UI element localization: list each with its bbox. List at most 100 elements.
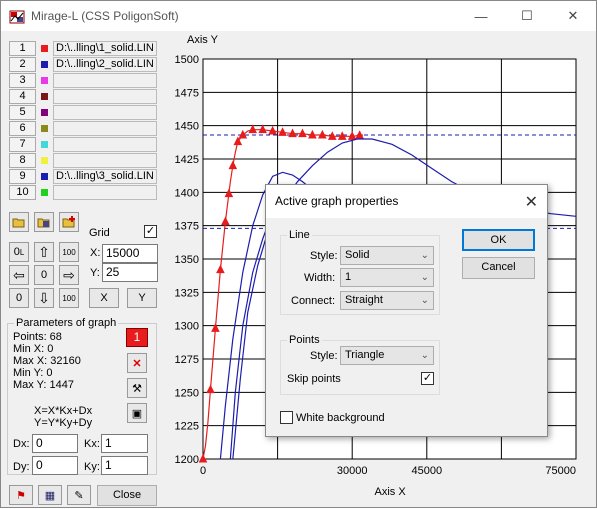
pan-down-button[interactable]: ⇩ bbox=[34, 288, 54, 308]
file-number-button[interactable]: 7 bbox=[9, 137, 36, 152]
folder-open-icon bbox=[12, 218, 25, 228]
file-row[interactable]: 1 D:\..lling\1_solid.LIN bbox=[9, 41, 157, 56]
minimize-button[interactable]: — bbox=[458, 1, 504, 31]
file-number-button[interactable]: 3 bbox=[9, 73, 36, 88]
file-name-field[interactable]: D:\..lling\2_solid.LIN bbox=[53, 57, 157, 72]
file-row[interactable]: 8 bbox=[9, 153, 157, 168]
notes-icon: ✎ bbox=[74, 489, 84, 502]
x-zero-button[interactable]: 0L bbox=[9, 242, 29, 262]
center-button[interactable]: 0 bbox=[34, 265, 54, 285]
line-style-value: Solid bbox=[345, 249, 370, 261]
grid-x-input[interactable]: 15000 bbox=[102, 244, 158, 263]
file-number-button[interactable]: 9 bbox=[9, 169, 36, 184]
file-row[interactable]: 6 bbox=[9, 121, 157, 136]
x-tick-label: 30000 bbox=[337, 465, 368, 477]
dialog-close-button[interactable]: ✕ bbox=[525, 192, 538, 212]
points-group-title: Points bbox=[287, 334, 322, 346]
scale-up-button[interactable]: 100 bbox=[59, 242, 79, 262]
file-number-button[interactable]: 8 bbox=[9, 153, 36, 168]
maximize-button[interactable]: ☐ bbox=[504, 1, 550, 31]
point-style-value: Triangle bbox=[345, 349, 385, 361]
grid-checkbox[interactable]: ✓ bbox=[144, 225, 157, 238]
pan-left-button[interactable]: ⇦ bbox=[9, 265, 29, 285]
notes-button[interactable]: ✎ bbox=[67, 485, 91, 505]
file-row[interactable]: 4 bbox=[9, 89, 157, 104]
grid-y-input[interactable]: 25 bbox=[102, 263, 158, 282]
grid-y-label: Y: bbox=[90, 267, 100, 279]
kx-input[interactable]: 1 bbox=[101, 434, 148, 453]
color-swatch bbox=[41, 77, 48, 84]
line-group-title: Line bbox=[287, 229, 312, 241]
file-name-field[interactable] bbox=[53, 137, 157, 152]
dx-input[interactable]: 0 bbox=[32, 434, 78, 453]
add-file-icon bbox=[62, 216, 75, 228]
y-tick-label: 1500 bbox=[175, 54, 199, 66]
white-background-checkbox[interactable] bbox=[280, 411, 293, 424]
line-style-select[interactable]: Solid ⌄ bbox=[340, 246, 434, 265]
close-panel-button[interactable]: Close bbox=[97, 485, 157, 506]
file-row[interactable]: 7 bbox=[9, 137, 157, 152]
file-name-field[interactable]: D:\..lling\3_solid.LIN bbox=[53, 169, 157, 184]
fit-y-button[interactable]: Y bbox=[127, 288, 157, 308]
fit-x-button[interactable]: X bbox=[89, 288, 119, 308]
max-x: Max X: 32160 bbox=[13, 355, 81, 367]
line-style-label: Style: bbox=[310, 250, 338, 262]
chevron-down-icon: ⌄ bbox=[420, 350, 429, 361]
file-number-button[interactable]: 5 bbox=[9, 105, 36, 120]
y-zero-button[interactable]: 0 bbox=[9, 288, 29, 308]
dy-input[interactable]: 0 bbox=[32, 456, 78, 475]
file-name-field[interactable] bbox=[53, 105, 157, 120]
file-name-field[interactable] bbox=[53, 73, 157, 88]
file-row[interactable]: 10 bbox=[9, 185, 157, 200]
connect-select[interactable]: Straight ⌄ bbox=[340, 291, 434, 310]
min-x: Min X: 0 bbox=[13, 343, 54, 355]
file-number-button[interactable]: 4 bbox=[9, 89, 36, 104]
add-file-button[interactable] bbox=[59, 212, 79, 232]
file-number-button[interactable]: 10 bbox=[9, 185, 36, 200]
save-icon bbox=[37, 218, 50, 228]
save-file-button[interactable] bbox=[34, 212, 54, 232]
y-tick-label: 1225 bbox=[175, 421, 199, 433]
points-count: Points: 68 bbox=[13, 331, 62, 343]
properties-button[interactable]: ⚒ bbox=[127, 378, 147, 398]
file-name-field[interactable] bbox=[53, 185, 157, 200]
delete-graph-button[interactable]: ✕ bbox=[127, 353, 147, 373]
dx-label: Dx: bbox=[13, 438, 30, 450]
y-tick-label: 1275 bbox=[175, 354, 199, 366]
file-number-button[interactable]: 1 bbox=[9, 41, 36, 56]
ky-input[interactable]: 1 bbox=[101, 456, 148, 475]
save-graph-button[interactable]: ▣ bbox=[127, 403, 147, 423]
line-width-select[interactable]: 1 ⌄ bbox=[340, 268, 434, 287]
flag-button[interactable]: ⚑ bbox=[9, 485, 33, 505]
close-button[interactable]: ✕ bbox=[550, 1, 596, 31]
active-graph-number[interactable]: 1 bbox=[126, 328, 148, 347]
dialog-title[interactable]: Active graph properties bbox=[266, 185, 547, 218]
title-bar[interactable]: Mirage-L (CSS PoligonSoft) — ☐ ✕ bbox=[1, 1, 596, 31]
pan-right-button[interactable]: ⇨ bbox=[59, 265, 79, 285]
file-row[interactable]: 3 bbox=[9, 73, 157, 88]
x-tick-label: 45000 bbox=[412, 465, 443, 477]
file-name-field[interactable] bbox=[53, 89, 157, 104]
file-row[interactable]: 5 bbox=[9, 105, 157, 120]
cancel-button[interactable]: Cancel bbox=[462, 257, 535, 279]
skip-points-checkbox[interactable]: ✓ bbox=[421, 372, 434, 385]
point-style-select[interactable]: Triangle ⌄ bbox=[340, 346, 434, 365]
file-name-field[interactable]: D:\..lling\1_solid.LIN bbox=[53, 41, 157, 56]
file-name-field[interactable] bbox=[53, 121, 157, 136]
scale-down-button[interactable]: 100 bbox=[59, 288, 79, 308]
color-swatch bbox=[41, 141, 48, 148]
file-row[interactable]: 9 D:\..lling\3_solid.LIN bbox=[9, 169, 157, 184]
open-file-button[interactable] bbox=[9, 212, 29, 232]
file-number-button[interactable]: 6 bbox=[9, 121, 36, 136]
formula-y: Y=Y*Ky+Dy bbox=[34, 417, 93, 429]
chevron-down-icon: ⌄ bbox=[420, 272, 429, 283]
file-row[interactable]: 2 D:\..lling\2_solid.LIN bbox=[9, 57, 157, 72]
pan-up-button[interactable]: ⇧ bbox=[34, 242, 54, 262]
fit-y-label: Y bbox=[138, 292, 146, 304]
ok-button[interactable]: OK bbox=[462, 229, 535, 251]
color-swatch bbox=[41, 189, 48, 196]
file-name-field[interactable] bbox=[53, 153, 157, 168]
y-axis-label: Axis Y bbox=[187, 34, 219, 46]
calculator-button[interactable]: ▦ bbox=[38, 485, 62, 505]
file-number-button[interactable]: 2 bbox=[9, 57, 36, 72]
